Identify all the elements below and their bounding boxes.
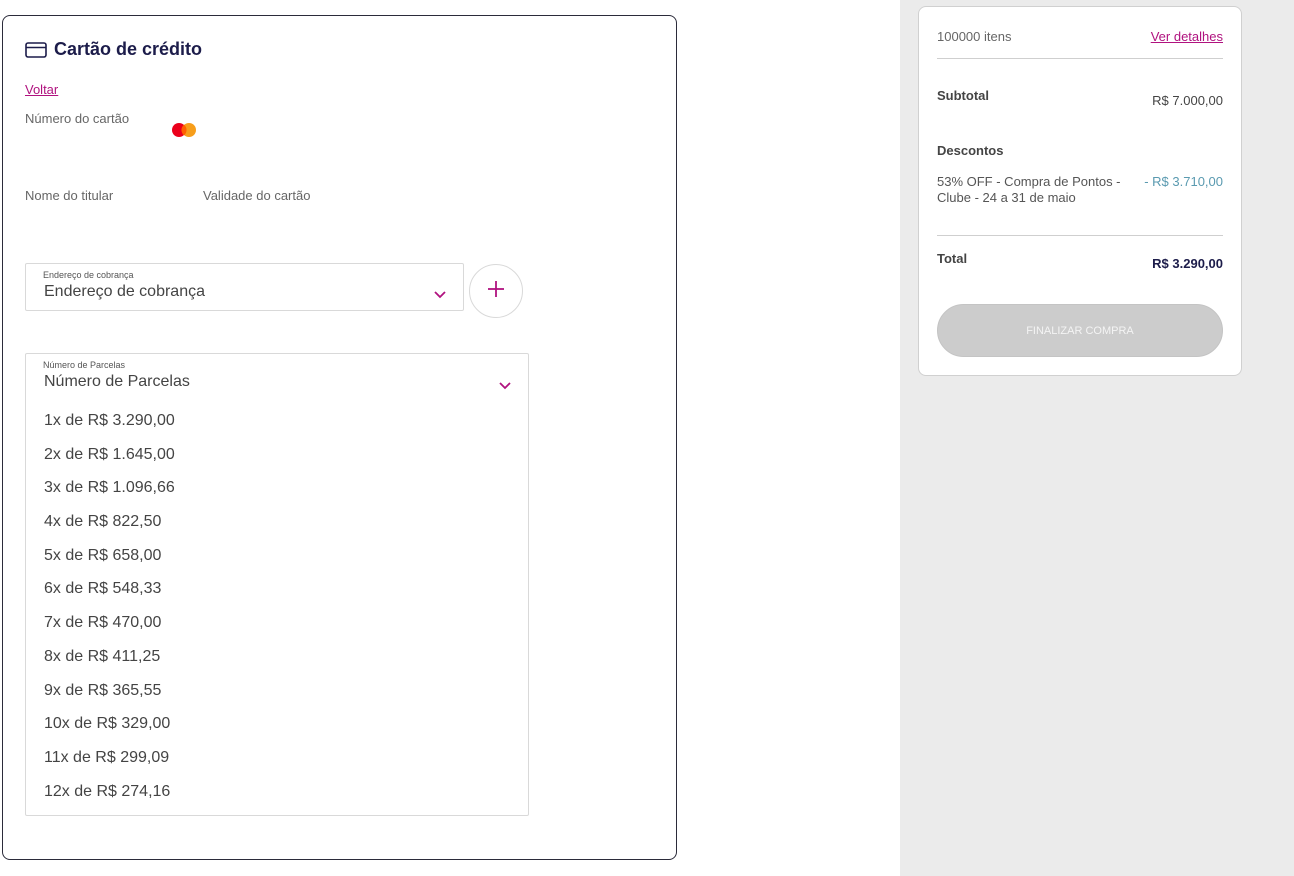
installment-option[interactable]: 1x de R$ 3.290,00 [26, 404, 528, 438]
discounts-label: Descontos [937, 143, 1004, 158]
discount-value: - R$ 3.710,00 [1144, 174, 1223, 189]
chevron-down-icon [498, 377, 512, 390]
divider [937, 235, 1223, 236]
installment-option[interactable]: 2x de R$ 1.645,00 [26, 438, 528, 472]
installments-value: Número de Parcelas [44, 373, 190, 390]
installments-float-label: Número de Parcelas [43, 360, 126, 370]
installment-option[interactable]: 3x de R$ 1.096,66 [26, 471, 528, 505]
chevron-down-icon [433, 286, 447, 299]
installment-option[interactable]: 4x de R$ 822,50 [26, 505, 528, 539]
panel-title: Cartão de crédito [54, 39, 203, 59]
back-link[interactable]: Voltar [25, 82, 58, 97]
installment-option[interactable]: 5x de R$ 658,00 [26, 539, 528, 573]
plus-icon [486, 279, 506, 304]
credit-card-panel: Cartão de crédito Voltar Número do cartã… [2, 15, 677, 860]
finish-purchase-button[interactable]: FINALIZAR COMPRA [937, 304, 1223, 357]
installment-option[interactable]: 11x de R$ 299,09 [26, 741, 528, 775]
installments-options: 1x de R$ 3.290,00 2x de R$ 1.645,00 3x d… [26, 404, 528, 808]
installment-option[interactable]: 12x de R$ 274,16 [26, 775, 528, 809]
installment-option[interactable]: 7x de R$ 470,00 [26, 606, 528, 640]
discount-description: 53% OFF - Compra de Pontos - Clube - 24 … [937, 174, 1121, 205]
subtotal-label: Subtotal [937, 88, 989, 103]
total-label: Total [937, 251, 968, 266]
card-number-label[interactable]: Número do cartão [25, 111, 129, 126]
subtotal-value: R$ 7.000,00 [1152, 93, 1223, 108]
add-address-button[interactable] [469, 264, 523, 318]
divider [937, 58, 1223, 59]
items-count: 100000 itens [937, 29, 1012, 44]
installment-option[interactable]: 6x de R$ 548,33 [26, 572, 528, 606]
order-summary: 100000 itens Ver detalhes Subtotal R$ 7.… [918, 6, 1242, 376]
panel-header: Cartão de crédito [25, 39, 202, 60]
billing-address-select[interactable]: Endereço de cobrança Endereço de cobranç… [25, 263, 464, 311]
mastercard-icon [170, 122, 198, 138]
credit-card-icon [25, 41, 47, 58]
total-value: R$ 3.290,00 [1152, 256, 1223, 271]
billing-address-value: Endereço de cobrança [44, 283, 205, 300]
installment-option[interactable]: 10x de R$ 329,00 [26, 707, 528, 741]
view-details-link[interactable]: Ver detalhes [1151, 29, 1223, 44]
card-validity-label[interactable]: Validade do cartão [203, 188, 310, 203]
installments-select[interactable]: Número de Parcelas Número de Parcelas 1x… [25, 353, 529, 816]
installment-option[interactable]: 9x de R$ 365,55 [26, 674, 528, 708]
billing-address-float-label: Endereço de cobrança [43, 270, 134, 280]
holder-name-label[interactable]: Nome do titular [25, 188, 113, 203]
installment-option[interactable]: 8x de R$ 411,25 [26, 640, 528, 674]
